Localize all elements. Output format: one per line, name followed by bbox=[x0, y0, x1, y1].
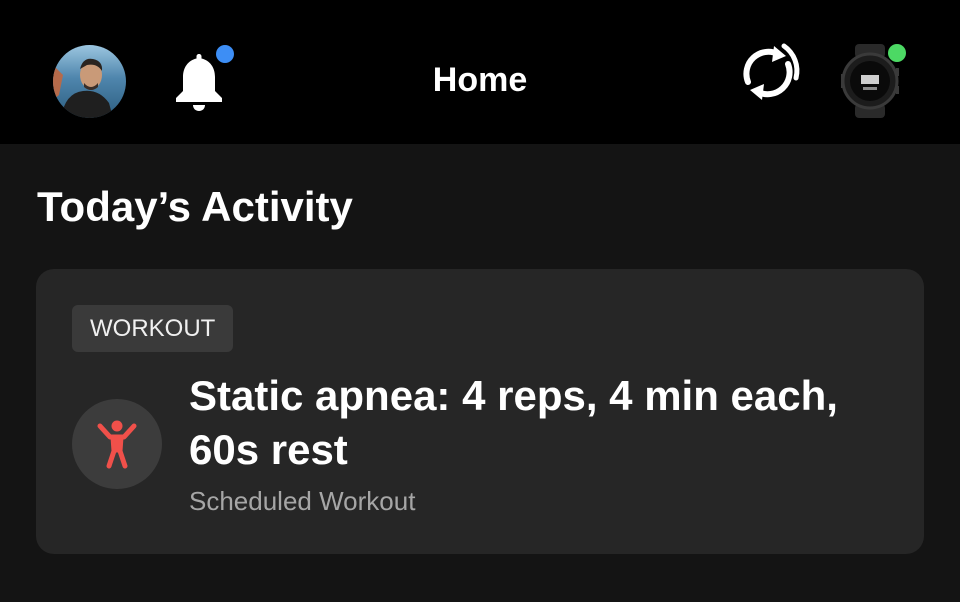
workout-tag: WORKOUT bbox=[72, 305, 234, 352]
workout-subtitle: Scheduled Workout bbox=[189, 486, 416, 516]
section-title: Today’s Activity bbox=[37, 183, 353, 230]
page-title: Home bbox=[432, 61, 528, 99]
workout-title: Static apnea: 4 reps, 4 min each, 60s re… bbox=[189, 372, 838, 473]
person-jumping-icon bbox=[97, 420, 137, 469]
avatar-photo bbox=[53, 45, 126, 118]
notification-badge bbox=[216, 45, 234, 63]
activity-card[interactable]: WORKOUT Static apnea: 4 reps, 4 min each… bbox=[36, 269, 924, 554]
activity-icon-circle bbox=[72, 399, 162, 489]
device-connected-indicator bbox=[888, 44, 906, 62]
sync-icon[interactable] bbox=[734, 42, 802, 104]
profile-avatar[interactable] bbox=[53, 45, 126, 118]
top-app-bar: Home bbox=[0, 0, 960, 144]
